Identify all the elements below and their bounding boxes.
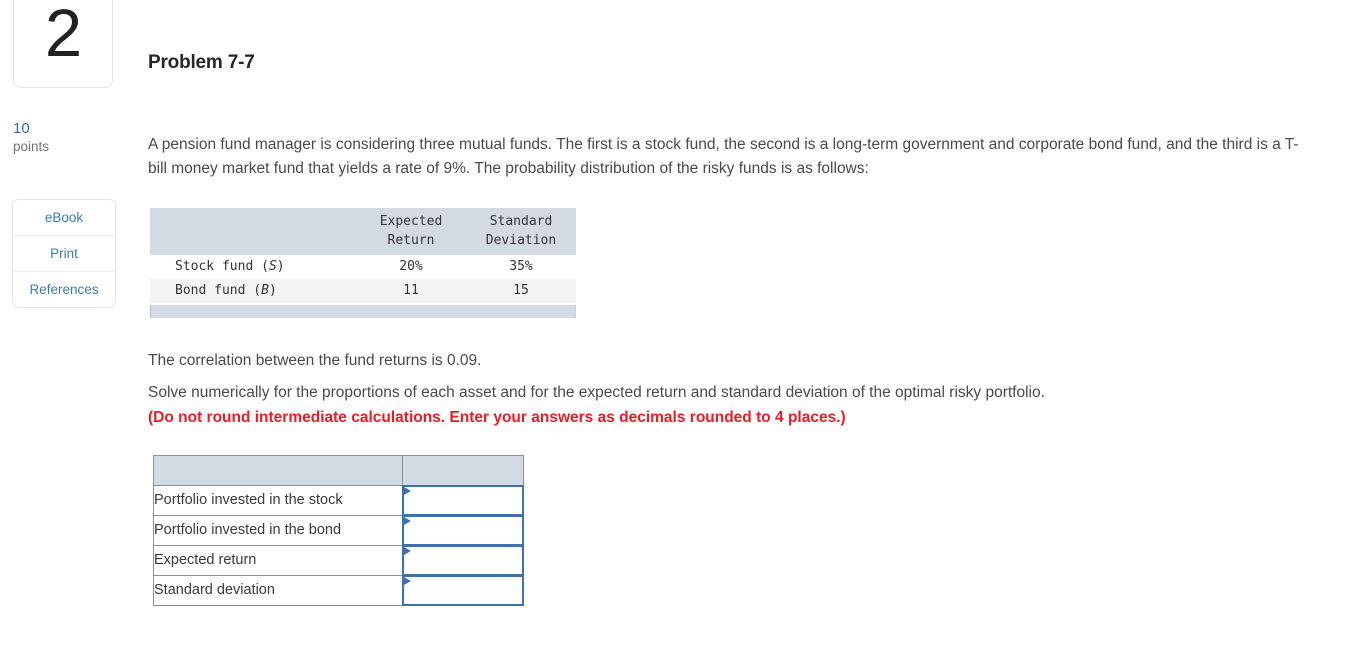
standard-deviation-header-line2: Deviation bbox=[485, 233, 557, 248]
points-block: 10 points bbox=[13, 120, 123, 156]
fund-data-table-wrapper: Expected Return Standard Deviation Stock… bbox=[150, 208, 576, 318]
table-row: Portfolio invested in the stock bbox=[153, 485, 524, 516]
answer-table-wrapper: Portfolio invested in the stock Portfoli… bbox=[153, 455, 524, 606]
expected-return-header-line1: Expected bbox=[379, 214, 443, 229]
solve-instructions: Solve numerically for the proportions of… bbox=[148, 380, 1313, 430]
answer-cell-standard-deviation bbox=[402, 575, 524, 606]
answer-label-stock-proportion: Portfolio invested in the stock bbox=[153, 485, 403, 516]
standard-deviation-header-line1: Standard bbox=[489, 214, 553, 229]
references-button[interactable]: References bbox=[13, 272, 115, 307]
answer-label-standard-deviation: Standard deviation bbox=[153, 575, 403, 606]
bond-standard-deviation: 15 bbox=[466, 279, 576, 303]
question-sidebar: 2 10 points eBook Print References bbox=[0, 0, 140, 658]
answer-label-bond-proportion: Portfolio invested in the bond bbox=[153, 515, 403, 546]
fund-table-footer-bar bbox=[150, 305, 576, 318]
bond-fund-symbol: B bbox=[261, 283, 269, 298]
stock-fund-label: Stock fund (S) bbox=[150, 255, 356, 279]
correlation-text: The correlation between the fund returns… bbox=[148, 351, 482, 369]
expected-return-input[interactable] bbox=[402, 545, 524, 576]
table-row: Expected return bbox=[153, 545, 524, 576]
question-number: 2 bbox=[44, 0, 82, 71]
answer-header-right bbox=[402, 455, 524, 486]
points-label: points bbox=[13, 139, 50, 154]
fund-data-table: Expected Return Standard Deviation Stock… bbox=[150, 208, 576, 303]
answer-cell-bond-proportion bbox=[402, 515, 524, 546]
answer-header-left bbox=[153, 455, 403, 486]
answer-cell-expected-return bbox=[402, 545, 524, 576]
rounding-note: (Do not round intermediate calculations.… bbox=[148, 409, 846, 426]
answer-cell-stock-proportion bbox=[402, 485, 524, 516]
table-header-row: Expected Return Standard Deviation bbox=[150, 208, 576, 255]
solve-instruction-text: Solve numerically for the proportions of… bbox=[148, 384, 1045, 401]
standard-deviation-header: Standard Deviation bbox=[466, 208, 576, 255]
standard-deviation-input[interactable] bbox=[402, 575, 524, 606]
stock-fund-name: Stock fund bbox=[175, 259, 254, 274]
table-row: Stock fund (S) 20% 35% bbox=[150, 255, 576, 279]
stock-proportion-input[interactable] bbox=[402, 485, 524, 516]
ebook-button[interactable]: eBook bbox=[13, 200, 115, 236]
points-value: 10 bbox=[13, 120, 30, 137]
stock-fund-symbol: S bbox=[268, 259, 277, 274]
table-row: Portfolio invested in the bond bbox=[153, 515, 524, 546]
stock-expected-return: 20% bbox=[356, 255, 466, 279]
answer-table: Portfolio invested in the stock Portfoli… bbox=[153, 455, 524, 606]
table-row: Standard deviation bbox=[153, 575, 524, 606]
answer-label-expected-return: Expected return bbox=[153, 545, 403, 576]
bond-expected-return: 11 bbox=[356, 279, 466, 303]
problem-intro-text: A pension fund manager is considering th… bbox=[148, 135, 1299, 177]
bond-proportion-input[interactable] bbox=[402, 515, 524, 546]
page-title: Problem 7-7 bbox=[148, 52, 255, 73]
bond-fund-label: Bond fund (B) bbox=[150, 279, 356, 303]
print-button[interactable]: Print bbox=[13, 236, 115, 272]
stock-standard-deviation: 35% bbox=[466, 255, 576, 279]
expected-return-header: Expected Return bbox=[356, 208, 466, 255]
tool-button-stack: eBook Print References bbox=[12, 199, 116, 308]
question-number-card: 2 bbox=[13, 0, 113, 88]
table-row: Bond fund (B) 11 15 bbox=[150, 279, 576, 303]
bond-fund-name: Bond fund bbox=[175, 283, 246, 298]
fund-table-blank-header bbox=[150, 208, 356, 255]
answer-table-header-row bbox=[153, 455, 524, 486]
expected-return-header-line2: Return bbox=[387, 233, 435, 248]
